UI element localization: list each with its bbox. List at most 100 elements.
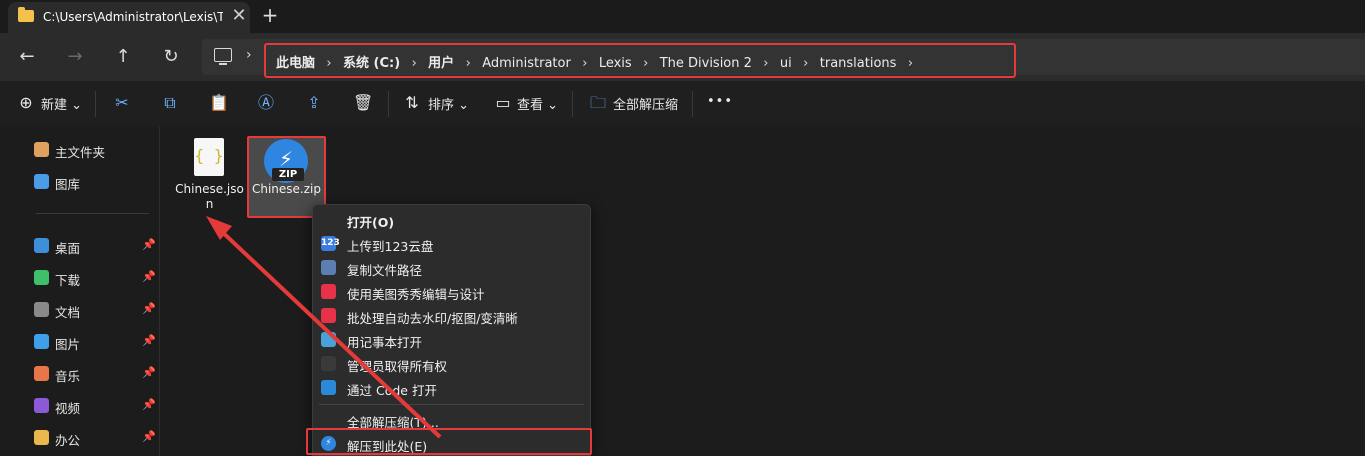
context-menu-item[interactable]: 管理员取得所有权 (313, 352, 590, 376)
context-menu-item-label: 使用美图秀秀编辑与设计 (347, 287, 485, 302)
up-button[interactable]: ↑ (109, 43, 137, 71)
chevron-right-icon[interactable]: › (246, 47, 252, 63)
copy-icon[interactable]: ⧉ (161, 94, 179, 112)
share-icon[interactable]: ⇪ (305, 94, 323, 112)
123-cloud-icon: 123 (321, 236, 340, 251)
sidebar-item-label: 桌面 (55, 241, 81, 256)
refresh-button[interactable]: ↻ (157, 43, 185, 71)
menu-separator (319, 404, 584, 405)
computer-icon (214, 48, 232, 65)
sidebar-item[interactable]: 视频 📌 (0, 393, 160, 419)
sidebar-item[interactable]: 文档 📌 (0, 297, 160, 323)
navigation-bar: ← → ↑ ↻ › 此电脑 › 系统 (C:) › 用户 › Administrator › L… (0, 33, 1365, 81)
pin-icon: 📌 (142, 270, 156, 283)
chevron-right-icon[interactable]: › (454, 56, 482, 71)
paste-icon[interactable]: 📋 (209, 94, 229, 112)
context-menu-item[interactable]: 用记事本打开 (313, 328, 590, 352)
more-options-button[interactable]: ••• (707, 94, 733, 109)
address-bar[interactable]: › 此电脑 › 系统 (C:) › 用户 › Administrator › Lexis › The… (202, 39, 1365, 78)
json-file-icon[interactable]: { } (194, 138, 224, 176)
breadcrumb-item[interactable]: The Division 2 (660, 56, 752, 71)
pin-icon: 📌 (142, 398, 156, 411)
breadcrumb-item[interactable]: Administrator (482, 56, 571, 71)
chevron-right-icon[interactable]: › (571, 56, 599, 71)
pin-icon: 📌 (142, 334, 156, 347)
sidebar-item[interactable]: 桌面 📌 (0, 233, 160, 259)
context-menu-item-label: 打开(O) (347, 215, 395, 230)
breadcrumb-item[interactable]: 系统 (C:) (343, 52, 400, 71)
sidebar-item-label: 办公 (55, 433, 81, 448)
sidebar-item[interactable]: 主文件夹 (0, 137, 160, 163)
sidebar-item[interactable]: 图库 (0, 169, 160, 195)
tab-title: C:\Users\Administrator\Lexis\T (43, 10, 223, 24)
sidebar-item-label: 音乐 (55, 369, 81, 384)
context-menu-item[interactable]: 打开(O) (313, 208, 590, 232)
sidebar-item[interactable]: 办公 📌 (0, 425, 160, 451)
new-tab-button[interactable]: + (259, 4, 281, 26)
command-bar: ⊕ 新建 ⌄ ✂ ⧉ 📋 Ⓐ ⇪ 🗑 ⇅ 排序 ⌄ ▭ 查看 ⌄ 🗀 全部解压缩… (0, 81, 1365, 128)
document-icon (34, 302, 49, 317)
context-menu-item-label: 管理员取得所有权 (347, 359, 448, 374)
sort-icon: ⇅ (405, 93, 419, 112)
forward-button[interactable]: → (61, 43, 89, 71)
sort-button[interactable]: 排序 ⌄ (428, 94, 469, 113)
pin-icon: 📌 (142, 238, 156, 251)
extract-all-icon: 🗀 (589, 93, 606, 112)
notepad-icon (321, 332, 336, 347)
breadcrumb-item[interactable]: ui (780, 56, 792, 71)
pictures-icon (34, 334, 49, 349)
context-menu-item[interactable]: 复制文件路径 (313, 256, 590, 280)
context-menu-item-label: 通过 Code 打开 (347, 383, 437, 398)
sidebar-item-label: 主文件夹 (55, 145, 106, 160)
extract-all-button[interactable]: 全部解压缩 (613, 94, 678, 113)
music-icon (34, 366, 49, 381)
sidebar-item-label: 图库 (55, 177, 81, 192)
tab-current-folder[interactable]: C:\Users\Administrator\Lexis\T ✕ (8, 2, 250, 33)
sidebar-item[interactable]: 下载 📌 (0, 265, 160, 291)
chevron-right-icon[interactable]: › (792, 56, 820, 71)
desktop-icon (34, 238, 49, 253)
context-menu-item[interactable]: 使用美图秀秀编辑与设计 (313, 280, 590, 304)
sidebar-item[interactable]: 图片 📌 (0, 329, 160, 355)
new-button[interactable]: 新建 ⌄ (41, 94, 82, 113)
breadcrumb-item[interactable]: translations (820, 56, 897, 71)
new-icon: ⊕ (19, 93, 33, 112)
tab-bar: C:\Users\Administrator\Lexis\T ✕ + (0, 0, 1365, 33)
breadcrumb-item[interactable]: 用户 (428, 52, 454, 71)
close-icon[interactable]: ✕ (229, 6, 249, 26)
context-menu-item[interactable]: 通过 Code 打开 (313, 376, 590, 400)
back-button[interactable]: ← (13, 43, 41, 71)
download-icon (34, 270, 49, 285)
view-icon: ▭ (495, 93, 511, 112)
cut-icon[interactable]: ✂ (113, 94, 131, 112)
batch-edit-icon (321, 308, 336, 323)
breadcrumb: 此电脑 › 系统 (C:) › 用户 › Administrator › Lexis › The D… (264, 43, 1016, 78)
breadcrumb-item[interactable]: 此电脑 (276, 52, 315, 71)
chevron-right-icon[interactable]: › (400, 56, 428, 71)
breadcrumb-item[interactable]: Lexis (599, 56, 632, 71)
context-menu-item-label: 复制文件路径 (347, 263, 423, 278)
file-name: Chinese.zip (251, 182, 321, 196)
context-menu-item-label: 批处理自动去水印/抠图/变清晰 (347, 311, 518, 326)
context-menu-item[interactable]: 123 上传到123云盘 (313, 232, 590, 256)
copy-path-icon (321, 260, 336, 275)
sidebar-item[interactable]: 音乐 📌 (0, 361, 160, 387)
rename-icon[interactable]: Ⓐ (257, 94, 275, 112)
context-menu-item[interactable]: 批处理自动去水印/抠图/变清晰 (313, 304, 590, 328)
chevron-right-icon[interactable]: › (752, 56, 780, 71)
highlight-extract-here (306, 428, 592, 455)
chevron-right-icon[interactable]: › (632, 56, 660, 71)
sidebar-item-label: 文档 (55, 305, 81, 320)
chevron-right-icon[interactable]: › (896, 56, 924, 71)
chevron-right-icon[interactable]: › (315, 56, 343, 71)
video-icon (34, 398, 49, 413)
gallery-icon (34, 174, 49, 189)
file-name: Chinese.json (175, 182, 244, 211)
pin-icon: 📌 (142, 366, 156, 379)
delete-icon[interactable]: 🗑 (353, 94, 373, 112)
sidebar-item-label: 下载 (55, 273, 81, 288)
context-menu-item-label: 用记事本打开 (347, 335, 423, 350)
view-button[interactable]: 查看 ⌄ (517, 94, 558, 113)
breadcrumb-row: 此电脑 › 系统 (C:) › 用户 › Administrator › Lexis › The D… (276, 52, 924, 71)
navigation-pane: 主文件夹 图库 桌面 📌 下载 📌 文档 📌 图片 📌 音乐 📌 视频 📌 办公 📌 (0, 127, 160, 456)
